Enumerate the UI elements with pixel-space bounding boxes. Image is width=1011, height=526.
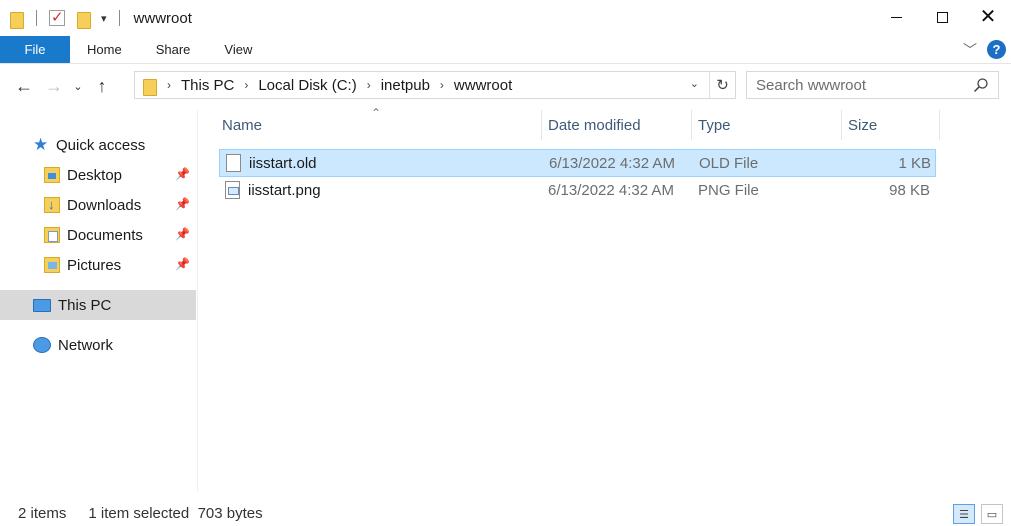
sidebar-item-label: Pictures [67,256,122,274]
large-icons-view-icon[interactable]: ▭ [981,504,1003,524]
file-size: 98 KB [889,181,930,199]
column-header-size[interactable]: Size [842,110,940,140]
sidebar-item-label: Downloads [67,196,142,214]
close-icon: ✕ [979,6,997,28]
file-explorer-window: ▾ wwwroot ✕ File Home Share View ﹀ ? ← →… [0,0,1011,526]
file-date: 6/13/2022 4:32 AM [549,154,675,172]
file-type: PNG File [698,181,759,199]
window-controls: ✕ [873,0,1011,34]
toolbar-divider [36,10,37,26]
breadcrumb-wwwroot[interactable]: wwwroot [454,77,512,94]
column-header-date-modified[interactable]: Date modified [542,110,692,140]
navigation-pane: ★ Quick access Desktop 📌 Downloads 📌 Doc… [0,110,198,492]
address-history-dropdown-icon[interactable]: ⌄ [690,77,699,90]
tab-file[interactable]: File [0,36,70,63]
column-header-name[interactable]: Name [216,110,542,140]
pin-icon[interactable]: 📌 [175,167,190,181]
file-list: ⌃ Name Date modified Type Size iisstart.… [199,106,1011,492]
customize-toolbar-dropdown-icon[interactable]: ▾ [101,12,107,25]
star-icon: ★ [33,135,49,154]
window-title: wwwroot [133,9,192,27]
folder-icon[interactable] [10,10,24,29]
sidebar-item-quick-access[interactable]: ★ Quick access [0,130,196,160]
minimize-icon [890,16,902,18]
pictures-folder-icon [44,257,60,273]
file-name-cell: iisstart.png [219,181,542,199]
minimize-button[interactable] [873,0,919,34]
sidebar-item-label: This PC [58,296,112,314]
search-box[interactable] [746,71,999,99]
up-button[interactable]: ↑ [87,72,117,100]
tab-view[interactable]: View [207,36,269,63]
folder-icon [143,77,157,96]
toolbar-divider [118,10,120,26]
forward-button[interactable]: → [39,72,69,100]
search-input[interactable] [756,76,961,94]
new-folder-icon[interactable] [77,10,91,29]
column-headers: Name Date modified Type Size [216,110,940,140]
pin-icon[interactable]: 📌 [175,257,190,271]
search-icon[interactable] [973,77,989,93]
expand-ribbon-chevron-icon[interactable]: ﹀ [963,40,977,60]
file-type: OLD File [699,154,759,172]
file-icon [226,154,241,172]
maximize-button[interactable] [919,0,965,34]
refresh-button[interactable]: ↻ [709,72,735,98]
sidebar-item-label: Quick access [56,136,146,154]
view-switcher: ☰ ▭ [953,504,1003,524]
back-button[interactable]: ← [9,72,39,100]
ribbon-tabs: File Home Share View ﹀ ? [0,36,1011,64]
recent-locations-dropdown-icon[interactable]: ⌄ [69,72,87,100]
sidebar-item-downloads[interactable]: Downloads 📌 [0,190,196,220]
maximize-icon [936,11,948,23]
sidebar-item-pictures[interactable]: Pictures 📌 [0,250,196,280]
sidebar-item-desktop[interactable]: Desktop 📌 [0,160,196,190]
chevron-right-icon[interactable]: › [440,78,444,92]
navigation-bar: ← → ⌄ ↑ › This PC › Local Disk (C:) › in… [0,64,1011,108]
breadcrumb-local-disk[interactable]: Local Disk (C:) [258,77,356,94]
desktop-folder-icon [44,167,60,183]
ribbon-right-controls: ﹀ ? [963,36,1011,63]
table-row[interactable]: iisstart.old 6/13/2022 4:32 AM OLD File … [219,149,936,177]
file-name: iisstart.old [249,154,317,172]
table-row[interactable]: iisstart.png 6/13/2022 4:32 AM PNG File … [219,176,936,204]
breadcrumb-inetpub[interactable]: inetpub [381,77,430,94]
pin-icon[interactable]: 📌 [175,197,190,211]
sidebar-item-label: Documents [67,226,143,244]
close-button[interactable]: ✕ [965,0,1011,34]
tab-share[interactable]: Share [139,36,208,63]
sidebar-item-network[interactable]: Network [0,330,196,360]
properties-icon[interactable] [49,8,65,26]
title-bar: ▾ wwwroot ✕ [0,0,1011,36]
item-count: 2 items [18,504,67,522]
breadcrumb-this-pc[interactable]: This PC [181,77,234,94]
details-view-icon[interactable]: ☰ [953,504,975,524]
address-bar[interactable]: › This PC › Local Disk (C:) › inetpub › … [134,71,736,99]
sidebar-item-label: Desktop [67,166,123,184]
file-name-cell: iisstart.old [220,154,543,172]
pin-icon[interactable]: 📌 [175,227,190,241]
downloads-folder-icon [44,197,60,213]
tab-home[interactable]: Home [70,36,139,63]
file-date: 6/13/2022 4:32 AM [548,181,674,199]
chevron-right-icon[interactable]: › [244,78,248,92]
file-name: iisstart.png [248,181,321,199]
chevron-right-icon[interactable]: › [367,78,371,92]
sidebar-item-this-pc[interactable]: This PC [0,290,196,320]
quick-access-toolbar: ▾ [10,8,128,29]
computer-icon [33,298,51,312]
network-icon [33,337,51,353]
status-bar: 2 items 1 item selected 703 bytes ☰ ▭ [0,500,1011,526]
column-header-type[interactable]: Type [692,110,842,140]
documents-folder-icon [44,227,60,243]
image-file-icon [225,181,240,199]
chevron-right-icon[interactable]: › [167,78,171,92]
file-size: 1 KB [898,154,931,172]
sidebar-item-documents[interactable]: Documents 📌 [0,220,196,250]
help-icon[interactable]: ? [987,40,1006,59]
selection-info: 1 item selected 703 bytes [88,504,263,522]
sidebar-item-label: Network [58,336,114,354]
